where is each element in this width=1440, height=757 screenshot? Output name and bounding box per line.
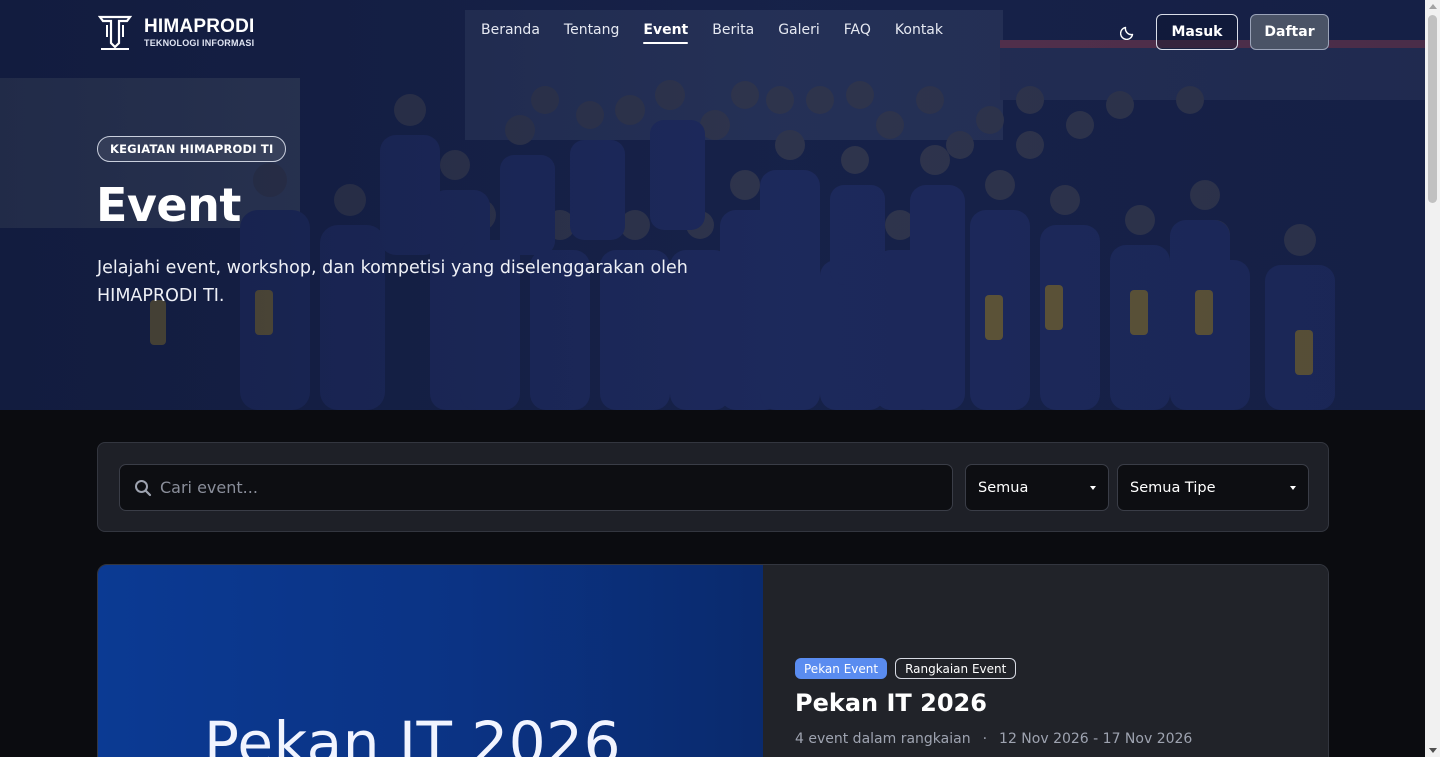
status-select[interactable]: Semua bbox=[965, 464, 1109, 511]
search-box[interactable] bbox=[119, 464, 953, 511]
nav-link-beranda[interactable]: Beranda bbox=[481, 22, 540, 44]
type-select[interactable]: Semua Tipe bbox=[1117, 464, 1309, 511]
meta-separator: · bbox=[982, 731, 988, 747]
chevron-down-icon bbox=[1090, 485, 1096, 490]
nav-link-berita[interactable]: Berita bbox=[712, 22, 754, 44]
himaprodi-logo-icon bbox=[98, 15, 132, 50]
moon-icon bbox=[1120, 26, 1134, 40]
event-banner-image: Pekan IT 2026 bbox=[98, 565, 763, 757]
brand-title: HIMAPRODI bbox=[144, 15, 255, 37]
event-tag: Rangkaian Event bbox=[895, 658, 1017, 679]
brand-logo[interactable]: HIMAPRODI TEKNOLOGI INFORMASI bbox=[98, 13, 255, 51]
login-button[interactable]: Masuk bbox=[1156, 14, 1238, 50]
hero-description: Jelajahi event, workshop, dan kompetisi … bbox=[97, 258, 688, 306]
event-tag: Pekan Event bbox=[795, 658, 888, 679]
type-select-value: Semua Tipe bbox=[1130, 479, 1216, 496]
event-meta: 4 event dalam rangkaian · 12 Nov 2026 - … bbox=[795, 731, 1192, 747]
banner-title: Pekan IT 2026 bbox=[204, 709, 621, 757]
event-date-range: 12 Nov 2026 - 17 Nov 2026 bbox=[999, 731, 1193, 747]
register-button[interactable]: Daftar bbox=[1250, 14, 1329, 50]
event-title[interactable]: Pekan IT 2026 bbox=[795, 689, 987, 717]
event-filter-bar: Semua Semua Tipe bbox=[97, 442, 1329, 532]
event-count: 4 event dalam rangkaian bbox=[795, 731, 971, 747]
nav-link-faq[interactable]: FAQ bbox=[844, 22, 871, 44]
event-tags: Pekan Event Rangkaian Event bbox=[795, 658, 1017, 679]
event-card-body: Pekan Event Rangkaian Event Pekan IT 202… bbox=[763, 565, 1328, 757]
scroll-down-arrow-icon[interactable] bbox=[1429, 748, 1437, 753]
scrollbar-thumb[interactable] bbox=[1428, 15, 1437, 203]
nav-link-kontak[interactable]: Kontak bbox=[895, 22, 943, 44]
top-navigation: HIMAPRODI TEKNOLOGI INFORMASI Beranda Te… bbox=[0, 0, 1425, 64]
scroll-up-arrow-icon[interactable] bbox=[1429, 4, 1437, 9]
main-menu: Beranda Tentang Event Berita Galeri FAQ … bbox=[481, 22, 943, 44]
page-scrollbar[interactable] bbox=[1425, 0, 1440, 757]
nav-link-galeri[interactable]: Galeri bbox=[778, 22, 820, 44]
nav-link-event[interactable]: Event bbox=[643, 22, 688, 44]
theme-toggle-button[interactable] bbox=[1116, 20, 1140, 44]
chevron-down-icon bbox=[1290, 485, 1296, 490]
status-select-value: Semua bbox=[978, 479, 1029, 496]
hero-badge: KEGIATAN HIMAPRODI TI bbox=[97, 136, 287, 162]
featured-event-card[interactable]: Pekan IT 2026 Pekan Event Rangkaian Even… bbox=[97, 564, 1329, 757]
search-input[interactable] bbox=[160, 478, 920, 497]
search-icon bbox=[135, 479, 152, 496]
page-title: Event bbox=[96, 178, 241, 232]
brand-subtitle: TEKNOLOGI INFORMASI bbox=[144, 37, 255, 48]
nav-link-tentang[interactable]: Tentang bbox=[564, 22, 620, 44]
